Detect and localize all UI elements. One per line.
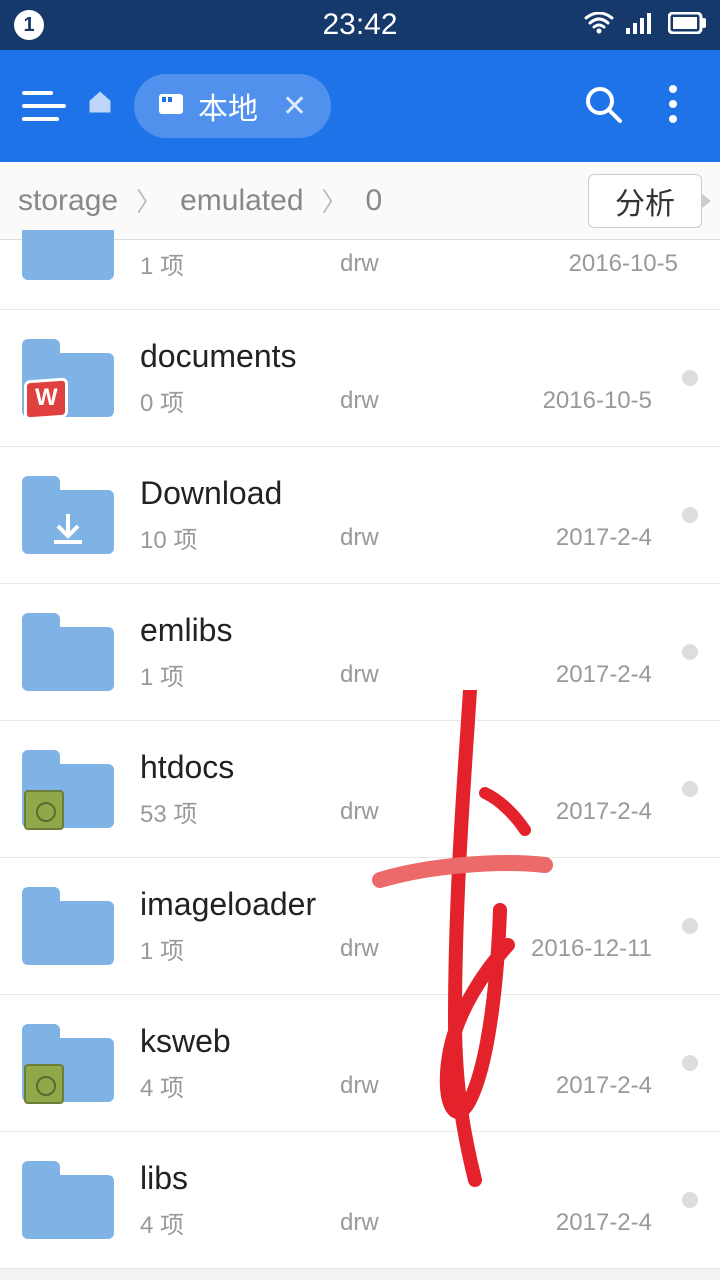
row-meta: 1 项drw2016-10-5 [140, 246, 698, 281]
row-content: emlibs 1 项drw2017-2-4 [140, 612, 672, 692]
permissions: drw [340, 387, 480, 415]
permissions: drw [340, 1072, 480, 1100]
folder-icon [22, 230, 114, 280]
permissions: drw [340, 935, 480, 963]
wps-badge-icon [24, 377, 68, 420]
folder-name: libs [140, 1160, 672, 1197]
row-selector[interactable] [682, 918, 698, 934]
sdcard-icon [158, 89, 184, 123]
folder-row[interactable]: documents 0 项drw2016-10-5 [0, 310, 720, 447]
folder-icon [22, 476, 114, 554]
date-modified: 2017-2-4 [480, 1072, 672, 1100]
folder-name: imageloader [140, 886, 672, 923]
status-bar: 1 23:42 [0, 0, 720, 50]
folder-icon [22, 339, 114, 417]
search-button[interactable] [578, 83, 628, 130]
folder-row[interactable]: Download 10 项drw2017-2-4 [0, 447, 720, 584]
folder-row[interactable]: emlibs 1 项drw2017-2-4 [0, 584, 720, 721]
row-content: imageloader 1 项drw2016-12-11 [140, 886, 672, 966]
date-modified: 2016-10-5 [480, 250, 698, 278]
date-modified: 2016-12-11 [480, 935, 672, 963]
date-modified: 2017-2-4 [480, 798, 672, 826]
item-count: 0 项 [140, 383, 340, 418]
permissions: drw [340, 1209, 480, 1237]
folder-icon [22, 750, 114, 828]
folder-icon [22, 887, 114, 965]
home-icon[interactable] [86, 88, 114, 124]
notification-badge: 1 [14, 10, 44, 40]
folder-icon [22, 1024, 114, 1102]
date-modified: 2017-2-4 [480, 661, 672, 689]
more-button[interactable] [648, 83, 698, 130]
location-label: 本地 [198, 84, 258, 128]
chevron-right-icon: 〉 [136, 182, 162, 219]
row-meta: 10 项drw2017-2-4 [140, 520, 672, 555]
permissions: drw [340, 798, 480, 826]
close-icon[interactable]: ✕ [282, 89, 307, 124]
folder-row[interactable]: libs 4 项drw2017-2-4 [0, 1132, 720, 1269]
permissions: drw [340, 250, 480, 278]
row-content: 1 项drw2016-10-5 [140, 240, 698, 281]
row-content: libs 4 项drw2017-2-4 [140, 1160, 672, 1240]
row-content: htdocs 53 项drw2017-2-4 [140, 749, 672, 829]
crumb-storage[interactable]: storage [0, 184, 136, 218]
row-selector[interactable] [682, 781, 698, 797]
row-meta: 1 项drw2017-2-4 [140, 657, 672, 692]
folder-icon [22, 613, 114, 691]
row-content: documents 0 项drw2016-10-5 [140, 338, 672, 418]
menu-button[interactable] [22, 84, 66, 128]
battery-icon [668, 10, 706, 41]
folder-row[interactable]: 1 项drw2016-10-5 [0, 240, 720, 310]
row-selector[interactable] [682, 644, 698, 660]
app-badge-icon [24, 1064, 64, 1104]
row-content: ksweb 4 项drw2017-2-4 [140, 1023, 672, 1103]
item-count: 4 项 [140, 1068, 340, 1103]
folder-row[interactable]: ksweb 4 项drw2017-2-4 [0, 995, 720, 1132]
download-badge-icon [48, 508, 88, 548]
folder-icon [22, 1161, 114, 1239]
item-count: 53 项 [140, 794, 340, 829]
row-meta: 1 项drw2016-12-11 [140, 931, 672, 966]
folder-row[interactable]: htdocs 53 项drw2017-2-4 [0, 721, 720, 858]
item-count: 1 项 [140, 657, 340, 692]
folder-name: htdocs [140, 749, 672, 786]
row-meta: 4 项drw2017-2-4 [140, 1068, 672, 1103]
folder-name: Download [140, 475, 672, 512]
folder-name: documents [140, 338, 672, 375]
date-modified: 2016-10-5 [480, 387, 672, 415]
folder-row[interactable]: imageloader 1 项drw2016-12-11 [0, 858, 720, 995]
crumb-emulated[interactable]: emulated [162, 184, 321, 218]
wifi-icon [584, 10, 614, 41]
breadcrumb: storage 〉 emulated 〉 0 分析 [0, 162, 720, 240]
app-badge-icon [24, 790, 64, 830]
folder-name: ksweb [140, 1023, 672, 1060]
location-chip[interactable]: 本地 ✕ [134, 74, 331, 138]
row-selector[interactable] [682, 370, 698, 386]
chevron-right-icon: 〉 [322, 182, 348, 219]
row-selector[interactable] [682, 507, 698, 523]
file-list: 1 项drw2016-10-5documents0 项drw2016-10-5D… [0, 240, 720, 1269]
date-modified: 2017-2-4 [480, 1209, 672, 1237]
item-count: 10 项 [140, 520, 340, 555]
analyze-button[interactable]: 分析 [588, 174, 702, 228]
date-modified: 2017-2-4 [480, 524, 672, 552]
item-count: 1 项 [140, 931, 340, 966]
row-selector[interactable] [682, 1192, 698, 1208]
row-meta: 4 项drw2017-2-4 [140, 1205, 672, 1240]
row-meta: 0 项drw2016-10-5 [140, 383, 672, 418]
permissions: drw [340, 524, 480, 552]
app-bar: 本地 ✕ [0, 50, 720, 162]
row-selector[interactable] [682, 1055, 698, 1071]
crumb-0[interactable]: 0 [348, 184, 401, 218]
folder-name: emlibs [140, 612, 672, 649]
signal-icon [626, 10, 656, 41]
item-count: 4 项 [140, 1205, 340, 1240]
row-meta: 53 项drw2017-2-4 [140, 794, 672, 829]
row-content: Download 10 项drw2017-2-4 [140, 475, 672, 555]
permissions: drw [340, 661, 480, 689]
item-count: 1 项 [140, 246, 340, 281]
